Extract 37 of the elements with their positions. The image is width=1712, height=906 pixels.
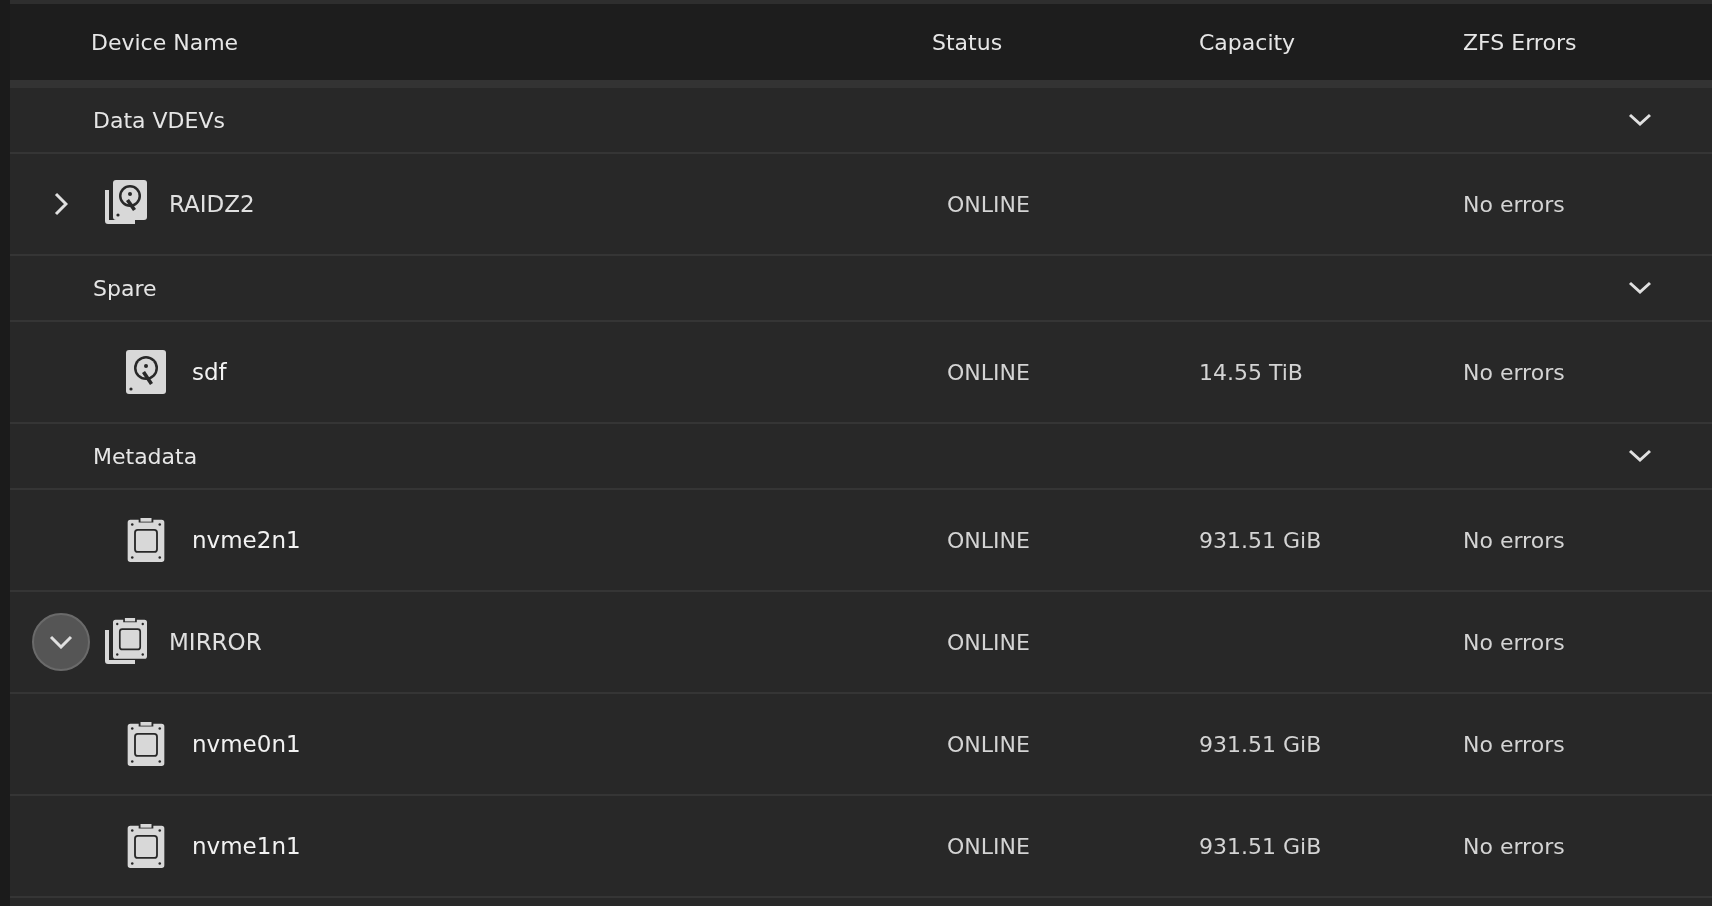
device-name: nvme2n1 — [192, 527, 301, 553]
column-header[interactable]: Capacity — [1199, 29, 1296, 55]
errors-cell: No errors — [1463, 359, 1565, 385]
stacked-ssd-icon — [105, 618, 147, 666]
ssd-icon — [126, 722, 166, 766]
device-name: nvme1n1 — [192, 833, 301, 859]
column-header[interactable]: Device Name — [91, 29, 239, 55]
chevron-down-icon — [49, 635, 73, 649]
section-title: Spare — [93, 275, 157, 301]
section-title: Data VDEVs — [93, 107, 225, 133]
device-name: nvme0n1 — [192, 731, 301, 757]
status-cell: ONLINE — [947, 833, 1030, 859]
errors-cell: No errors — [1463, 731, 1565, 757]
ssd-icon — [126, 824, 166, 868]
capacity-cell: 931.51 GiB — [1199, 833, 1322, 859]
device-name: RAIDZ2 — [169, 191, 255, 217]
device-name: sdf — [192, 359, 227, 385]
disk-drive-icon — [126, 350, 166, 394]
status-cell: ONLINE — [947, 191, 1030, 217]
capacity-cell: 931.51 GiB — [1199, 527, 1322, 553]
status-cell: ONLINE — [947, 527, 1030, 553]
status-cell: ONLINE — [947, 731, 1030, 757]
chevron-right-icon — [54, 192, 68, 216]
status-cell: ONLINE — [947, 359, 1030, 385]
expand-toggle-button[interactable] — [32, 613, 90, 671]
errors-cell: No errors — [1463, 527, 1565, 553]
status-cell: ONLINE — [947, 629, 1030, 655]
column-header[interactable]: ZFS Errors — [1463, 29, 1577, 55]
capacity-cell: 14.55 TiB — [1199, 359, 1303, 385]
section-title: Metadata — [93, 443, 198, 469]
ssd-icon — [126, 518, 166, 562]
errors-cell: No errors — [1463, 629, 1565, 655]
capacity-cell: 931.51 GiB — [1199, 731, 1322, 757]
column-header[interactable]: Status — [932, 29, 1003, 55]
errors-cell: No errors — [1463, 191, 1565, 217]
errors-cell: No errors — [1463, 833, 1565, 859]
device-name: MIRROR — [169, 629, 262, 655]
